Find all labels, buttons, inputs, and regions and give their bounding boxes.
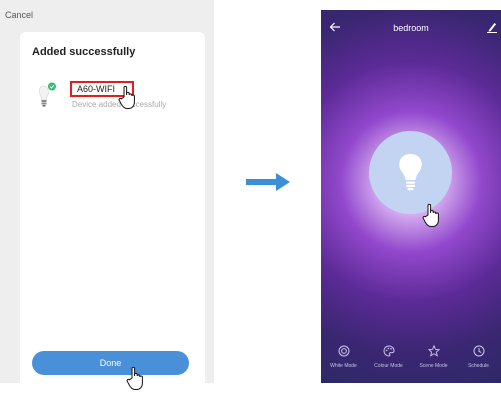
bulb-device-icon xyxy=(36,82,58,108)
white-mode-icon xyxy=(321,345,366,357)
result-card: Added successfully A60-WIFI Device added… xyxy=(20,32,205,390)
mode-schedule[interactable]: Schedule xyxy=(456,345,501,369)
hand-pointer-icon xyxy=(126,365,148,396)
hand-pointer-icon xyxy=(422,202,444,233)
device-control-screen: bedroom White Mode Colour Mode Scene Mod… xyxy=(321,10,501,383)
cancel-button[interactable]: Cancel xyxy=(5,10,33,20)
edit-icon[interactable] xyxy=(487,20,497,38)
right-arrow-icon xyxy=(246,172,290,197)
done-button[interactable]: Done xyxy=(32,351,189,375)
page-title: Added successfully xyxy=(32,46,136,58)
device-name: A60-WIFI xyxy=(77,84,116,94)
add-device-screen: Cancel Added successfully A60-WIFI Devic… xyxy=(0,0,214,390)
mode-colour[interactable]: Colour Mode xyxy=(366,345,411,369)
palette-icon xyxy=(366,345,411,357)
mode-white[interactable]: White Mode xyxy=(321,345,366,369)
mode-label: Colour Mode xyxy=(374,363,403,369)
mode-label: White Mode xyxy=(330,363,357,369)
mode-label: Schedule xyxy=(468,363,489,369)
mode-bar: White Mode Colour Mode Scene Mode Schedu… xyxy=(321,345,501,383)
mode-label: Scene Mode xyxy=(419,363,448,369)
hand-pointer-icon xyxy=(118,84,140,115)
clock-icon xyxy=(456,345,501,357)
room-title: bedroom xyxy=(393,23,429,33)
star-icon xyxy=(411,345,456,357)
mode-scene[interactable]: Scene Mode xyxy=(411,345,456,369)
lightbulb-icon xyxy=(397,153,424,198)
header: bedroom xyxy=(321,10,501,42)
